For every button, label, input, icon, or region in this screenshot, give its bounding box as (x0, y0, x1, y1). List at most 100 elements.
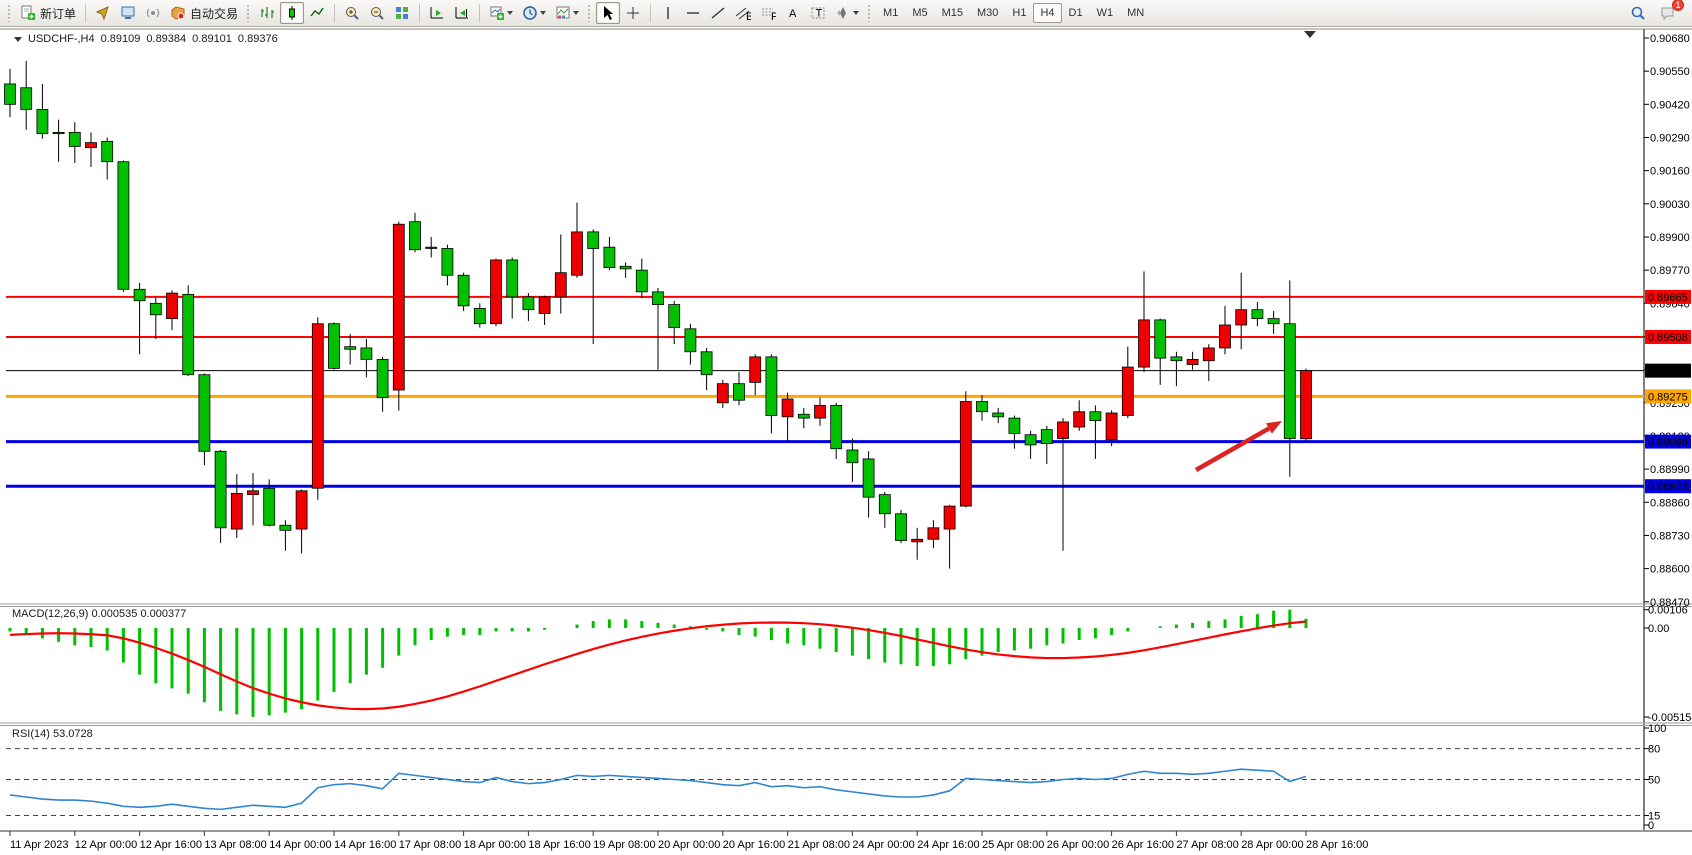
candle-body (1203, 348, 1214, 361)
candle-body (896, 514, 907, 541)
candle-body (604, 247, 615, 267)
dropdown-caret-icon[interactable] (507, 11, 513, 15)
bar-chart-mode-button[interactable] (255, 2, 279, 24)
tile-windows-button[interactable] (390, 2, 414, 24)
notifications-button[interactable]: 1 (1656, 2, 1680, 24)
separator (419, 4, 420, 22)
candle-body (361, 348, 372, 359)
candle-body (766, 357, 777, 416)
candle-body (280, 525, 291, 530)
price-badge-label: 0.89376 (1648, 366, 1688, 378)
cursor-tool-button[interactable] (596, 2, 620, 24)
time-tick-label: 14 Apr 16:00 (334, 839, 396, 851)
line-chart-mode-button[interactable] (305, 2, 329, 24)
price-tick-label: 0.88990 (1650, 464, 1690, 476)
line-chart-icon (309, 5, 325, 21)
separator (85, 4, 86, 22)
candle-body (118, 162, 129, 290)
zoom-out-button[interactable] (365, 2, 389, 24)
templates-button[interactable] (551, 2, 583, 24)
candle-body (669, 305, 680, 328)
tf-m5[interactable]: M5 (905, 3, 934, 23)
chart-shift-button[interactable] (450, 2, 474, 24)
signals-button[interactable] (141, 2, 165, 24)
toolbar-grip (587, 4, 592, 22)
candle-body (717, 384, 728, 403)
market-watch-button[interactable] (116, 2, 140, 24)
separator (479, 4, 480, 22)
dropdown-caret-icon[interactable] (540, 11, 546, 15)
fibonacci-tool-button[interactable]: F (756, 2, 780, 24)
crosshair-tool-button[interactable] (621, 2, 645, 24)
tf-h4[interactable]: H4 (1033, 3, 1061, 23)
candle-body (1025, 435, 1036, 445)
candlestick-icon (284, 5, 300, 21)
toolbar-grip (246, 4, 251, 22)
tf-m15[interactable]: M15 (935, 3, 970, 23)
tf-h1[interactable]: H1 (1005, 3, 1033, 23)
price-tick-label: 0.88730 (1650, 530, 1690, 542)
trendline-icon (710, 5, 726, 21)
toolbar-grip (867, 4, 872, 22)
candle-body (1252, 310, 1263, 319)
candle-body (572, 232, 583, 275)
candle-body (1009, 418, 1020, 433)
candle-body (474, 308, 485, 323)
candlestick-mode-button[interactable] (280, 2, 304, 24)
candle-body (944, 506, 955, 529)
history-center-button[interactable] (91, 2, 115, 24)
auto-scroll-button[interactable] (425, 2, 449, 24)
price-tick-label: 0.90550 (1650, 66, 1690, 78)
candle-body (847, 450, 858, 463)
candle-body (296, 491, 307, 529)
arrows-tool-button[interactable] (831, 2, 863, 24)
horizontal-line-tool-button[interactable] (681, 2, 705, 24)
auto-trading-button[interactable]: 自动交易 (166, 2, 242, 24)
text-label-icon: T (810, 5, 826, 21)
time-tick-label: 20 Apr 00:00 (658, 839, 720, 851)
candle-body (458, 275, 469, 306)
tf-m30[interactable]: M30 (970, 3, 1005, 23)
zoom-out-icon (369, 5, 385, 21)
periods-button[interactable] (518, 2, 550, 24)
bar-chart-icon (259, 5, 275, 21)
rsi-tick-label: 80 (1648, 744, 1660, 756)
candle-body (815, 405, 826, 418)
gold-arrow-icon (95, 5, 111, 21)
vertical-line-tool-button[interactable] (656, 2, 680, 24)
collapse-icon[interactable] (14, 37, 22, 42)
chart-shift-icon (454, 5, 470, 21)
trendline-tool-button[interactable] (706, 2, 730, 24)
candle-body (86, 143, 97, 148)
new-chart-button[interactable] (485, 2, 517, 24)
svg-text:E: E (746, 11, 751, 21)
time-tick-label: 18 Apr 00:00 (464, 839, 526, 851)
zoom-in-button[interactable] (340, 2, 364, 24)
price-tick-label: 0.88600 (1650, 564, 1690, 576)
fibonacci-icon: F (760, 5, 776, 21)
channel-tool-button[interactable]: E (731, 2, 755, 24)
horizontal-line-icon (685, 5, 701, 21)
text-label-tool-button[interactable]: T (806, 2, 830, 24)
candle-body (1284, 324, 1295, 439)
search-button[interactable] (1626, 2, 1650, 24)
tf-m1[interactable]: M1 (876, 3, 905, 23)
tf-d1[interactable]: D1 (1062, 3, 1090, 23)
notification-badge: 1 (1672, 0, 1684, 11)
candle-body (69, 132, 80, 146)
text-tool-button[interactable]: A (781, 2, 805, 24)
candle-body (264, 488, 275, 525)
candle-body (977, 402, 988, 412)
price-badge-label: 0.89098 (1648, 437, 1688, 449)
tf-w1[interactable]: W1 (1090, 3, 1121, 23)
dropdown-caret-icon[interactable] (573, 11, 579, 15)
price-badge-label: 0.89508 (1648, 332, 1688, 344)
new-order-button[interactable]: 新订单 (16, 2, 80, 24)
candle-body (1106, 413, 1117, 440)
candle-body (150, 303, 161, 314)
candle-body (555, 273, 566, 297)
new-chart-icon (489, 5, 505, 21)
tf-mn[interactable]: MN (1120, 3, 1151, 23)
chart-canvas[interactable]: 0.906800.905500.904200.902900.901600.900… (0, 27, 1692, 855)
dropdown-caret-icon[interactable] (853, 11, 859, 15)
